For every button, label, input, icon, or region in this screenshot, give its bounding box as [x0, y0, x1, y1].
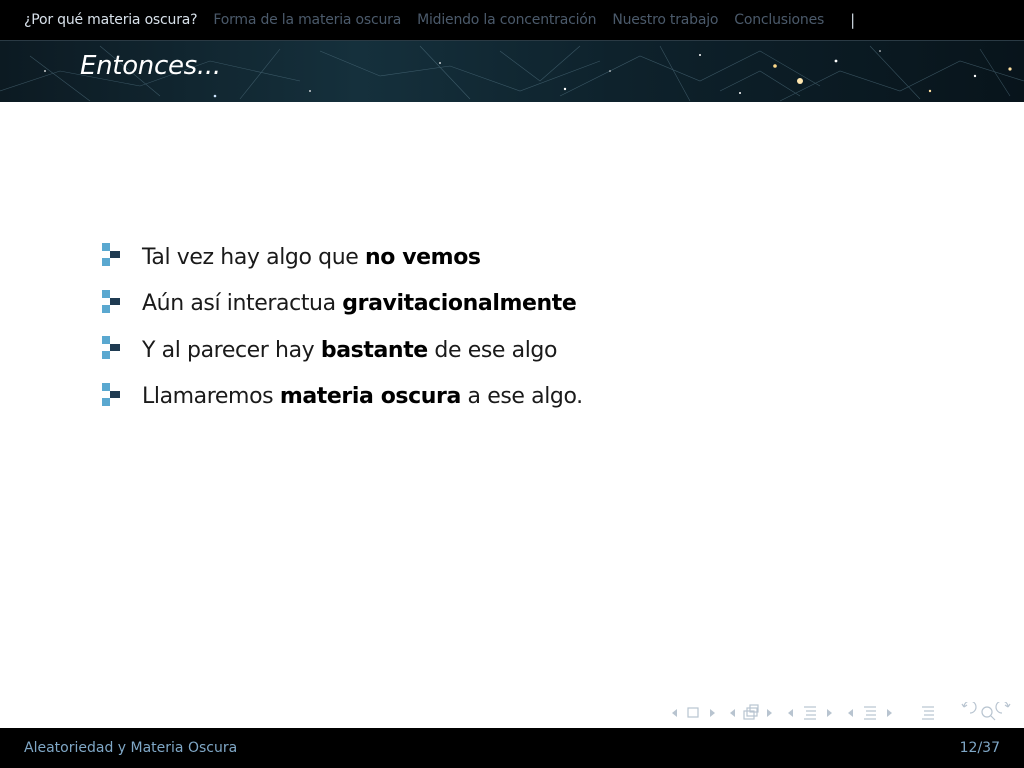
- prev-frame-icon[interactable]: [730, 709, 735, 717]
- nav-section-3[interactable]: Midiendo la concentración: [417, 12, 596, 28]
- square-bullet-icon: [102, 382, 120, 406]
- next-slide-icon[interactable]: [710, 709, 715, 717]
- forward-icon[interactable]: [995, 702, 1011, 714]
- prev-slide-icon[interactable]: [672, 709, 677, 717]
- section-navigation: ¿Por qué materia oscura? Forma de la mat…: [0, 0, 1024, 40]
- square-bullet-icon: [102, 336, 120, 360]
- nav-section-5[interactable]: Conclusiones: [734, 12, 824, 28]
- nav-section-2[interactable]: Forma de la materia oscura: [213, 12, 401, 28]
- navigation-symbols: [672, 702, 1011, 721]
- bullet-emphasis: gravitacionalmente: [342, 291, 577, 317]
- footer-title: Aleatoriedad y Materia Oscura: [24, 740, 238, 756]
- list-item: Aún así interactua gravitacionalmente: [102, 281, 583, 328]
- square-bullet-icon: [102, 289, 120, 313]
- nav-separator: |: [850, 11, 856, 29]
- search-icon[interactable]: [981, 706, 996, 721]
- subsection-icon[interactable]: [804, 706, 816, 720]
- appendix-icon[interactable]: [922, 706, 934, 720]
- page-number: 12/37: [959, 740, 1000, 756]
- back-icon[interactable]: [961, 702, 977, 714]
- nav-section-1[interactable]: ¿Por qué materia oscura?: [24, 12, 198, 28]
- bullet-text: Llamaremos materia oscura a ese algo.: [142, 384, 583, 410]
- bullet-text: Y al parecer hay bastante de ese algo: [142, 337, 558, 363]
- list-item: Llamaremos materia oscura a ese algo.: [102, 374, 583, 421]
- prev-subsection-icon[interactable]: [788, 709, 793, 717]
- list-item: Tal vez hay algo que no vemos: [102, 234, 583, 281]
- bullet-text: Tal vez hay algo que no vemos: [142, 244, 481, 270]
- footer-bar: Aleatoriedad y Materia Oscura 12/37: [0, 728, 1024, 768]
- bullet-emphasis: bastante: [320, 337, 428, 363]
- bullet-emphasis: no vemos: [364, 244, 481, 270]
- bullet-text: Aún así interactua gravitacionalmente: [142, 291, 577, 317]
- frame-title-bar: Entonces...: [0, 40, 1024, 102]
- next-frame-icon[interactable]: [767, 709, 772, 717]
- bullet-emphasis: materia oscura: [279, 384, 462, 410]
- frame-icon[interactable]: [743, 704, 759, 720]
- bullet-list: Tal vez hay algo que no vemos Aún así in…: [102, 234, 583, 420]
- list-item: Y al parecer hay bastante de ese algo: [102, 327, 583, 374]
- next-section-icon[interactable]: [887, 709, 892, 717]
- next-subsection-icon[interactable]: [827, 709, 832, 717]
- slide-icon[interactable]: [687, 707, 699, 718]
- prev-section-icon[interactable]: [848, 709, 853, 717]
- nav-section-4[interactable]: Nuestro trabajo: [612, 12, 718, 28]
- frame-title: Entonces...: [80, 51, 221, 81]
- section-icon[interactable]: [864, 706, 876, 720]
- square-bullet-icon: [102, 243, 120, 267]
